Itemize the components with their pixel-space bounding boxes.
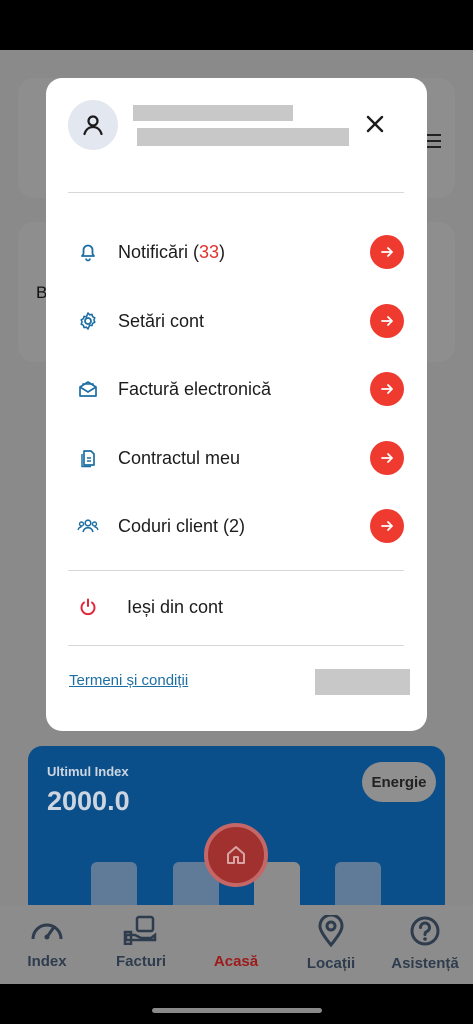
divider	[68, 192, 404, 193]
arrow-right-icon	[381, 453, 393, 463]
bottom-navigation: Index Facturi Acasă Locații Asistență	[0, 905, 473, 984]
home-icon	[227, 846, 245, 864]
location-pin-icon	[318, 915, 344, 947]
divider	[68, 570, 404, 571]
notifications-count-badge: 33	[199, 241, 220, 262]
divider	[68, 645, 404, 646]
users-icon	[76, 514, 100, 538]
arrow-right-icon	[381, 316, 393, 326]
arrow-right-icon	[381, 247, 393, 257]
menu-label-e-invoice: Factură electronică	[118, 378, 272, 399]
notifications-arrow-button[interactable]	[370, 235, 404, 269]
my-contract-arrow-button[interactable]	[370, 441, 404, 475]
menu-item-notifications[interactable]: Notificări (33)	[68, 230, 404, 274]
e-invoice-arrow-button[interactable]	[370, 372, 404, 406]
account-menu-modal: Notificări (33) Setări cont Factură elec…	[46, 78, 427, 731]
nav-item-index[interactable]: Index	[0, 905, 94, 984]
logout-button[interactable]: Ieși din cont	[68, 590, 404, 626]
envelope-open-icon	[76, 377, 100, 401]
redacted-app-version	[315, 669, 410, 695]
nav-label-locatii: Locații	[306, 955, 356, 972]
gear-icon	[76, 309, 100, 333]
nav-item-acasa[interactable]: Acasă	[189, 905, 283, 984]
menu-item-client-codes[interactable]: Coduri client (2)	[68, 504, 404, 548]
menu-item-my-contract[interactable]: Contractul meu	[68, 436, 404, 480]
arrow-right-icon	[381, 384, 393, 394]
nav-label-asistenta: Asistență	[391, 955, 459, 972]
menu-item-account-settings[interactable]: Setări cont	[68, 299, 404, 343]
nav-label-acasa: Acasă	[213, 953, 259, 970]
menu-label-my-contract: Contractul meu	[118, 447, 241, 468]
redacted-user-email	[137, 128, 349, 146]
home-fab-button[interactable]	[204, 823, 268, 887]
menu-label-notifications: Notificări (33)	[118, 242, 225, 263]
document-icon	[76, 446, 100, 470]
nav-item-asistenta[interactable]: Asistență	[378, 905, 472, 984]
logout-label: Ieși din cont	[127, 597, 224, 617]
nav-label-facturi: Facturi	[115, 953, 166, 970]
menu-item-e-invoice[interactable]: Factură electronică	[68, 367, 404, 411]
arrow-right-icon	[381, 521, 393, 531]
power-icon	[78, 597, 98, 622]
nav-spacer	[218, 915, 254, 945]
hamburger-menu-icon	[425, 134, 441, 152]
last-index-label: Ultimul Index	[47, 764, 129, 779]
status-bar	[0, 0, 473, 50]
nav-label-index: Index	[27, 953, 67, 970]
hand-invoice-icon	[123, 915, 157, 945]
gauge-icon	[31, 923, 63, 940]
redacted-user-name	[133, 105, 293, 121]
energy-chip[interactable]: Energie	[362, 762, 436, 802]
nav-item-locatii[interactable]: Locații	[284, 905, 378, 984]
last-index-value: 2000.0	[47, 786, 130, 816]
close-icon	[366, 115, 384, 133]
help-circle-icon	[410, 916, 440, 946]
notifications-label-text: Notificări (	[118, 241, 200, 262]
bell-icon	[76, 240, 100, 264]
notifications-label-suffix: )	[219, 241, 226, 262]
avatar[interactable]	[68, 100, 118, 150]
terms-and-conditions-link[interactable]: Termeni și condiții	[69, 672, 188, 689]
user-icon	[83, 115, 103, 136]
client-codes-arrow-button[interactable]	[370, 509, 404, 543]
nav-item-facturi[interactable]: Facturi	[94, 905, 188, 984]
menu-label-client-codes: Coduri client (2)	[118, 515, 246, 536]
system-nav-bar	[0, 984, 473, 1024]
close-button[interactable]	[361, 110, 389, 138]
account-settings-arrow-button[interactable]	[370, 304, 404, 338]
menu-label-account-settings: Setări cont	[118, 310, 205, 331]
home-indicator[interactable]	[152, 1008, 322, 1013]
